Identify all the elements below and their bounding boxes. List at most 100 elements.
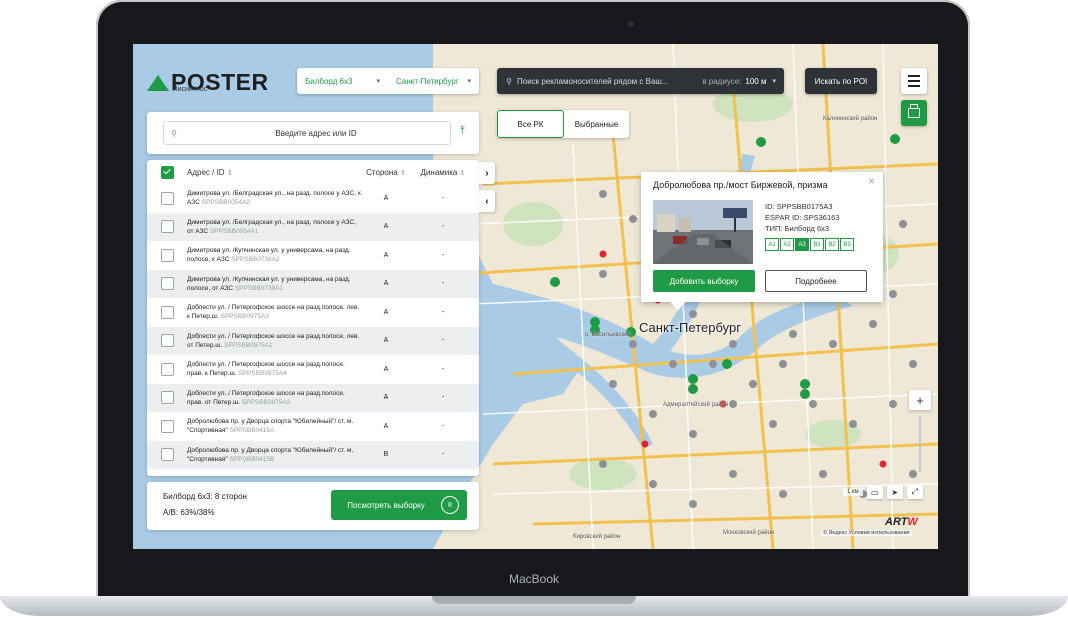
zoom-slider-track[interactable] [919, 416, 921, 472]
table-row[interactable]: Димитрова ул. /Белградская ул., на разд.… [147, 212, 479, 241]
search-icon: ⚲ [506, 76, 512, 86]
selection-summary: Билборд 6х3: 8 сторон A/B: 63%/38% Посмо… [147, 482, 479, 530]
table-row[interactable]: Доблести ул. / Петергофское шоссе на раз… [147, 355, 479, 384]
poi-search-bar[interactable]: ⚲ Поиск рекламоносителей рядом с Ваш... … [497, 68, 784, 94]
logo-subtitle: Лисий Нос [173, 86, 208, 93]
address-search-placeholder: Введите адрес или ID [275, 128, 357, 138]
logo[interactable]: POSTER [147, 69, 269, 96]
search-poi-button[interactable]: Искать по POI [805, 68, 877, 94]
summary-count-text: Билборд 6х3: 8 сторон [163, 492, 247, 501]
hamburger-icon [908, 75, 920, 77]
chevron-down-icon: ▾ [467, 78, 471, 85]
row-id: SPPSBB0738A2 [231, 256, 280, 264]
chevron-down-icon: ▾ [376, 78, 380, 85]
row-id: SPPSBB0738A1 [234, 284, 284, 292]
billboard-photo[interactable] [653, 200, 753, 264]
table-row[interactable]: Димитрова ул. /Купчинская ул. у универса… [147, 269, 479, 298]
row-dynamics: - [441, 223, 445, 231]
map-attribution[interactable]: © Яндекс Условия использования [821, 530, 912, 536]
city-select-value: Санкт-Петербург [396, 76, 459, 86]
tab-all[interactable]: Все РК [497, 110, 564, 138]
row-id: SPPSBB0975A2 [241, 398, 291, 406]
tab-selected[interactable]: Выбранные [564, 110, 629, 138]
table-row[interactable]: Добролюбова пр. у Дворца спорта "Юбилейн… [147, 440, 479, 469]
print-button[interactable] [901, 100, 927, 126]
row-checkbox[interactable] [160, 220, 174, 234]
table-row[interactable]: Доблести ул. / Петергофское шоссе на раз… [147, 298, 479, 327]
table-row[interactable]: Димитрова ул. /Купчинская ул. у универса… [147, 241, 479, 270]
row-checkbox[interactable] [160, 362, 174, 376]
side-option[interactable]: B1 [810, 238, 824, 251]
row-dynamics: - [441, 337, 445, 345]
collapse-panel-button[interactable]: ‹ [479, 190, 495, 212]
row-checkbox[interactable] [160, 391, 174, 405]
ruler-icon[interactable]: ▭ [866, 485, 883, 499]
side-option[interactable]: B2 [825, 238, 839, 251]
row-dynamics: - [441, 251, 445, 259]
popup-title: Добролюбова пр./мост Биржевой, призма [653, 180, 828, 190]
side-option[interactable]: A1 [765, 238, 779, 251]
table-row[interactable]: Димитрова ул. /Белградская ул., на разд.… [147, 184, 479, 213]
side-option[interactable]: B3 [840, 238, 854, 251]
address-search-panel: ⚲ Введите адрес или ID ⤒ [147, 112, 479, 154]
table-row[interactable]: Добролюбова пр. у Дворца спорта "Юбилейн… [147, 412, 479, 441]
row-dynamics: - [441, 394, 445, 402]
map-district-label: Калининский район [823, 116, 878, 122]
add-to-selection-button[interactable]: Добавить выборку [653, 270, 755, 292]
logo-triangle-icon [147, 74, 169, 91]
row-dynamics: - [441, 422, 445, 430]
zoom-in-button[interactable]: + [909, 390, 931, 410]
sort-icon[interactable]: ⇕ [400, 170, 406, 177]
row-checkbox[interactable] [160, 448, 174, 462]
column-header-side[interactable]: Сторона [366, 168, 398, 177]
city-select[interactable]: Санкт-Петербург ▾ [388, 68, 479, 94]
table-row[interactable]: Доблести ул. / Петергофское шоссе на раз… [147, 383, 479, 412]
select-all-checkbox[interactable] [160, 165, 174, 179]
expand-panel-button[interactable]: › [479, 162, 495, 184]
view-selection-button[interactable]: Посмотреть выборку 8 [331, 490, 467, 520]
radius-label: в радиусе: [702, 76, 742, 86]
artw-logo: ARTW [885, 516, 918, 528]
row-side: A [383, 365, 389, 373]
summary-ratio-text: A/B: 63%/38% [163, 508, 215, 517]
popup-info: ID: SPPSBB0175A3 ESPAR ID: SPS36163 ТИП:… [765, 201, 839, 234]
row-checkbox[interactable] [160, 191, 174, 205]
upload-icon[interactable]: ⤒ [460, 126, 470, 137]
table-row[interactable]: Доблести ул. / Петергофское шоссе на раз… [147, 326, 479, 355]
row-checkbox[interactable] [160, 419, 174, 433]
side-option-active[interactable]: A3 [795, 238, 809, 251]
sort-icon[interactable]: ⇕ [460, 170, 466, 177]
row-side: A [383, 280, 389, 288]
row-side: A [383, 308, 389, 316]
format-select[interactable]: Билборд 6х3 ▾ [297, 68, 388, 94]
row-dynamics: - [441, 194, 445, 202]
details-button[interactable]: Подробнее [765, 270, 867, 292]
sort-icon[interactable]: ⇕ [227, 170, 233, 177]
row-checkbox[interactable] [160, 334, 174, 348]
row-dynamics: - [441, 280, 445, 288]
row-side: A [383, 251, 389, 259]
poi-search-input[interactable]: Поиск рекламоносителей рядом с Ваш... [517, 77, 702, 86]
chevron-down-icon: ▾ [772, 78, 776, 85]
laptop-brand-label: MacBook [508, 572, 560, 586]
side-option[interactable]: A2 [780, 238, 794, 251]
row-id: SPPSBB0054A1 [209, 227, 259, 235]
locate-icon[interactable]: ➤ [886, 485, 903, 499]
map-city-label: Санкт-Петербург [639, 320, 741, 335]
row-side: B [383, 451, 389, 459]
results-table: Адрес / ID ⇕ Сторона ⇕ Динамика ⇕ Димитр… [147, 160, 479, 476]
row-dynamics: - [441, 308, 445, 316]
menu-button[interactable] [901, 68, 927, 94]
radius-select[interactable]: 100 м [745, 77, 766, 86]
address-search-input[interactable]: ⚲ Введите адрес или ID [163, 121, 451, 145]
app-screen: Санкт-Петербург Калининский район о. Вас… [133, 44, 938, 549]
row-checkbox[interactable] [160, 277, 174, 291]
row-side: A [383, 194, 389, 202]
map-controls: 1 км ▭ ➤ ⤢ [843, 484, 923, 500]
row-checkbox[interactable] [160, 248, 174, 262]
column-header-address[interactable]: Адрес / ID [187, 168, 225, 177]
column-header-dynamics[interactable]: Динамика [421, 168, 458, 177]
close-icon[interactable]: × [868, 174, 875, 188]
fullscreen-icon[interactable]: ⤢ [906, 485, 923, 499]
row-checkbox[interactable] [160, 305, 174, 319]
